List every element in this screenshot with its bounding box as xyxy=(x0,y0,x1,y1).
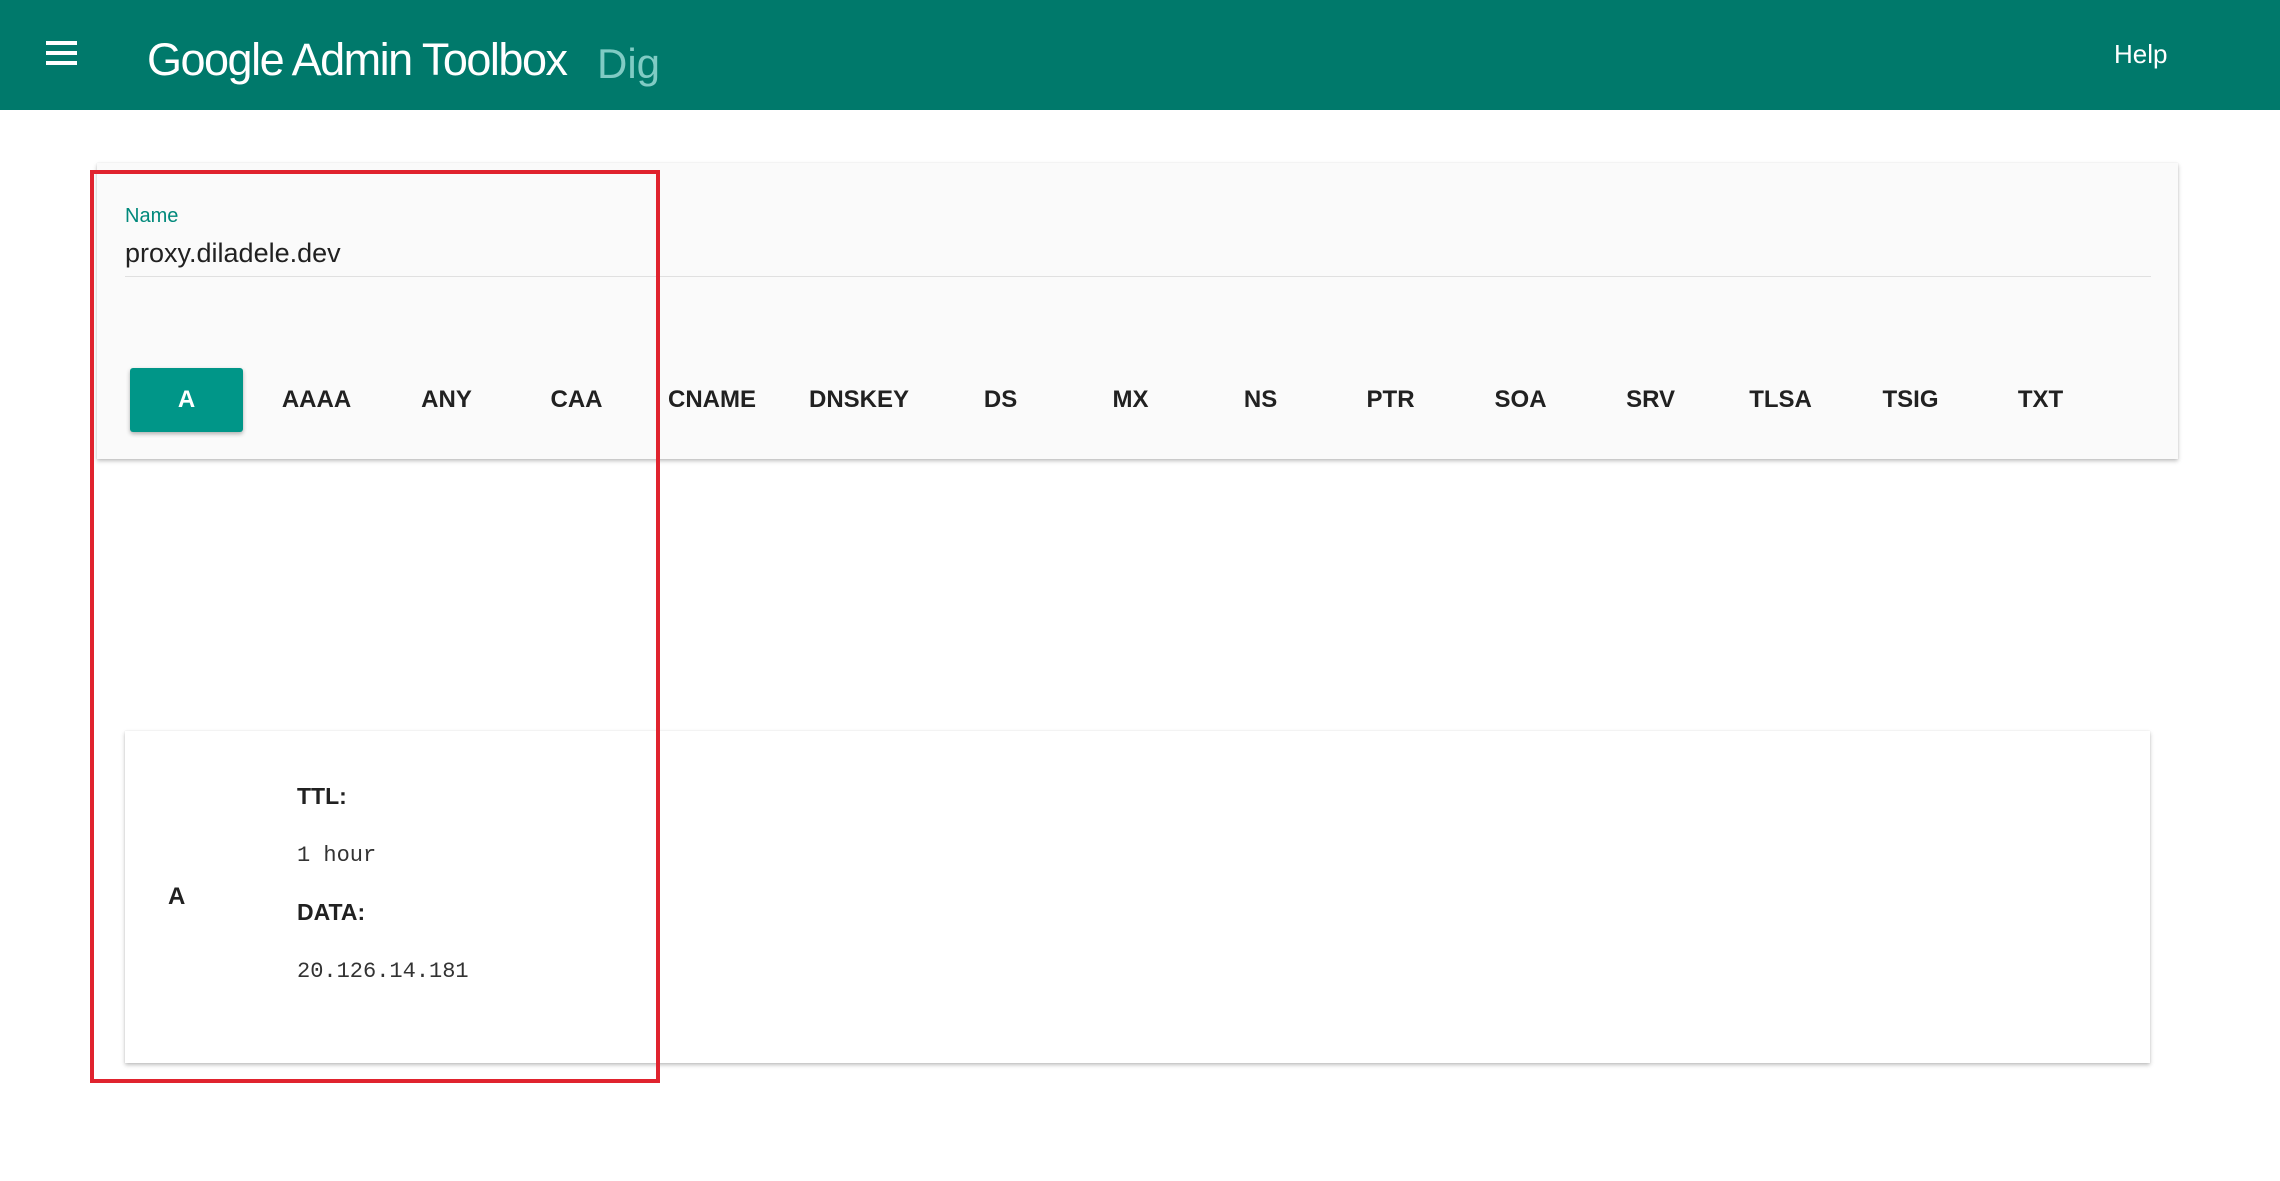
record-type-cname-button[interactable]: CNAME xyxy=(650,368,774,432)
result-card: A TTL: 1 hour DATA: 20.126.14.181 xyxy=(125,731,2150,1063)
menu-icon-bar-middle xyxy=(45,51,77,55)
record-type-ptr-button[interactable]: PTR xyxy=(1334,368,1447,432)
menu-icon-bar-top xyxy=(45,41,77,45)
query-card: Name AAAAAANYCAACNAMEDNSKEYDSMXNSPTRSOAS… xyxy=(97,163,2178,459)
record-type-aaaa-button[interactable]: AAAA xyxy=(260,368,373,432)
data-label: DATA: xyxy=(297,899,366,925)
record-type-any-button[interactable]: ANY xyxy=(390,368,503,432)
name-input[interactable] xyxy=(125,231,2151,277)
record-type-caa-button[interactable]: CAA xyxy=(520,368,633,432)
record-type-ns-button[interactable]: NS xyxy=(1204,368,1317,432)
product-name: Dig xyxy=(597,40,661,87)
record-type-tsig-button[interactable]: TSIG xyxy=(1854,368,1967,432)
record-type-dnskey-button[interactable]: DNSKEY xyxy=(791,368,927,432)
result-record-type: A xyxy=(168,883,186,910)
data-value: 20.126.14.181 xyxy=(297,959,469,984)
record-type-toggle-group: A AAAA ANY CAA CNAME DNSKEY DS MX NS PTR SOA SRV TLS… xyxy=(130,368,2114,432)
record-type-tlsa-button[interactable]: TLSA xyxy=(1724,368,1837,432)
menu-icon[interactable] xyxy=(36,28,86,78)
ttl-label: TTL: xyxy=(297,783,347,809)
app-title: Google Admin Toolbox xyxy=(147,34,568,85)
help-link[interactable]: Help xyxy=(2114,39,2167,70)
record-type-soa-button[interactable]: SOA xyxy=(1464,368,1577,432)
record-type-a-button[interactable]: A xyxy=(130,368,243,432)
ttl-value: 1 hour xyxy=(297,843,377,868)
record-type-txt-button[interactable]: TXT xyxy=(1984,368,2097,432)
record-type-mx-button[interactable]: MX xyxy=(1074,368,1187,432)
menu-icon-bar-bottom xyxy=(45,61,77,65)
name-field-label: Name xyxy=(125,205,179,227)
record-type-srv-button[interactable]: SRV xyxy=(1594,368,1707,432)
app-bar: Google Admin Toolbox Dig Help xyxy=(0,0,2280,110)
record-type-ds-button[interactable]: DS xyxy=(944,368,1057,432)
